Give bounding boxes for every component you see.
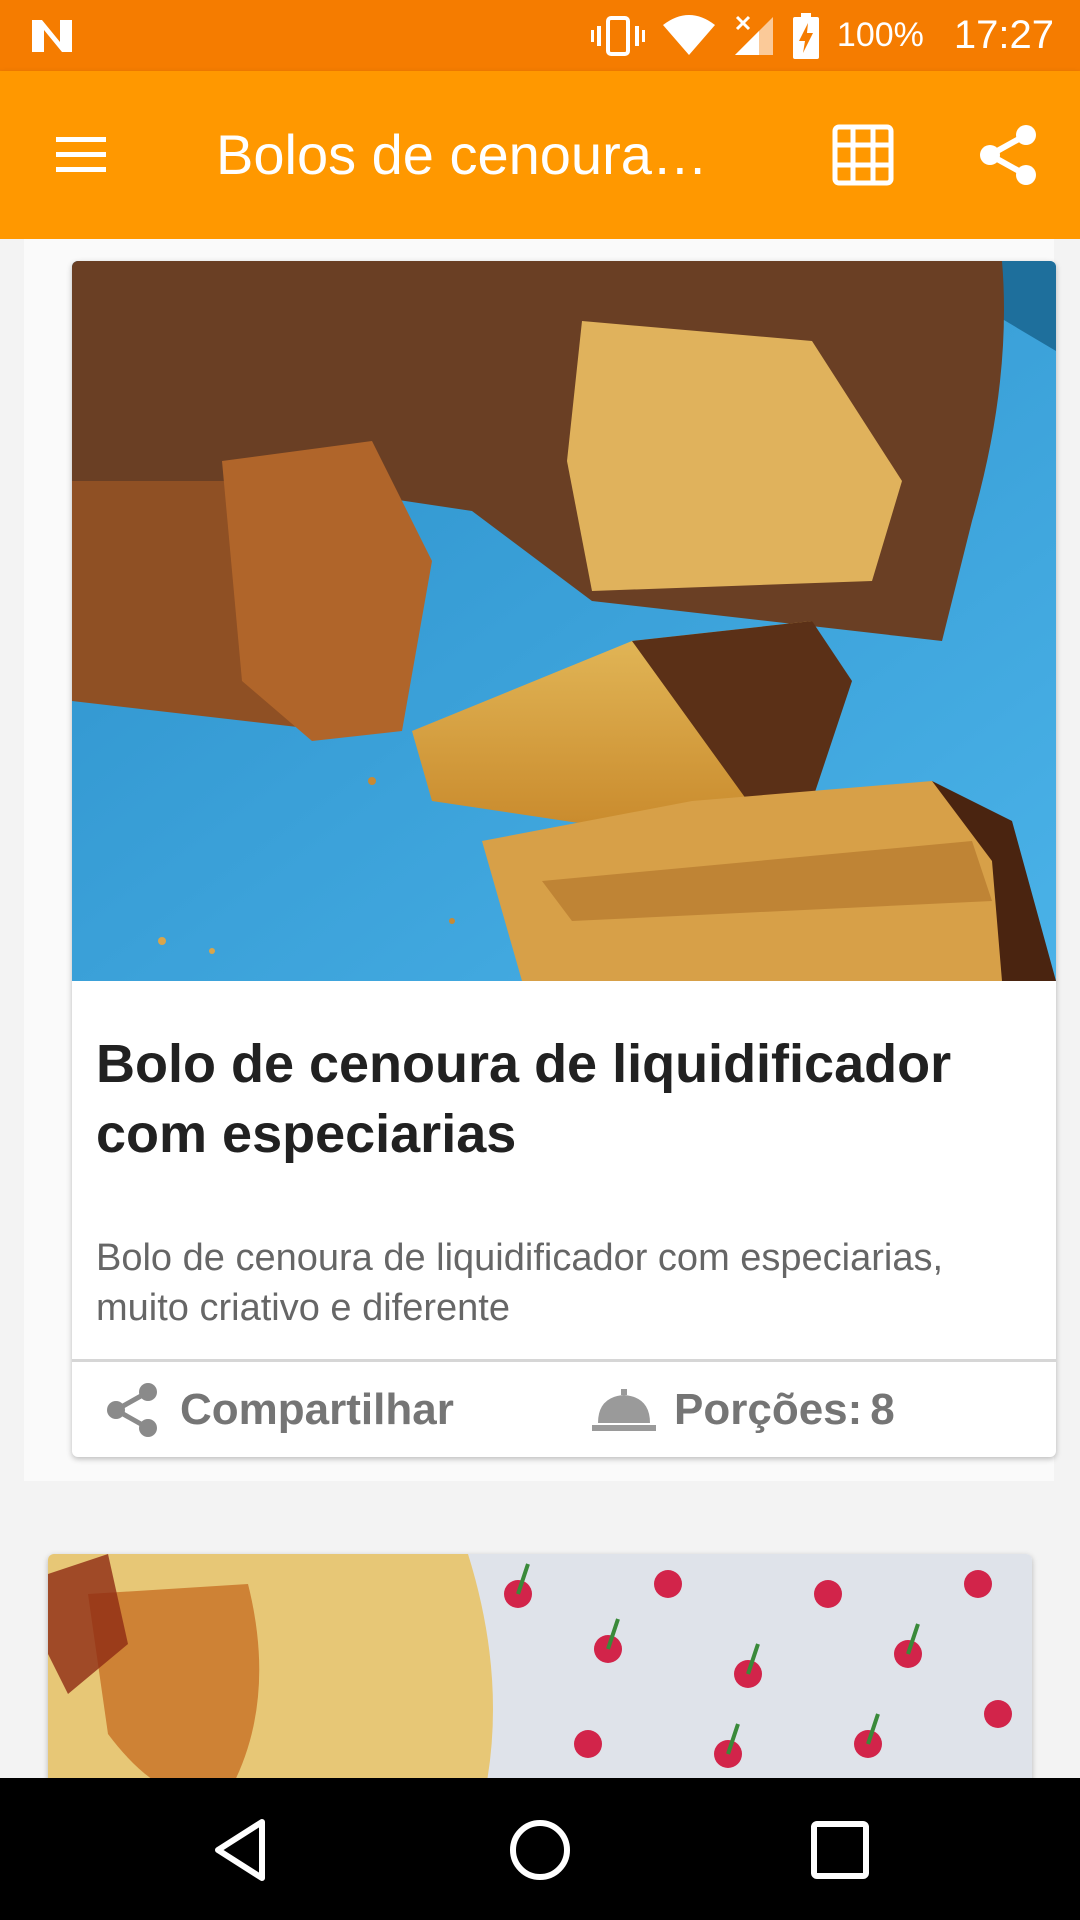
recipe-list[interactable]: Bolo de cenoura de liquidificador com es… bbox=[0, 239, 1080, 1778]
share-icon bbox=[107, 1382, 157, 1437]
portions-info: Porções: 8 bbox=[592, 1362, 895, 1457]
grid-view-icon[interactable] bbox=[832, 124, 894, 186]
share-recipe-label: Compartilhar bbox=[180, 1384, 454, 1434]
clock: 17:27 bbox=[953, 13, 1054, 57]
recipe-card[interactable] bbox=[48, 1554, 1032, 1778]
notification-n-icon bbox=[32, 20, 72, 52]
portions-value: 8 bbox=[870, 1384, 895, 1434]
share-recipe-button[interactable]: Compartilhar bbox=[102, 1362, 454, 1457]
recipe-photo[interactable] bbox=[48, 1554, 1032, 1778]
system-nav-bar bbox=[0, 1778, 1080, 1920]
recipe-photo[interactable] bbox=[72, 261, 1056, 981]
page-title: Bolos de cenoura… bbox=[216, 123, 708, 186]
wifi-icon bbox=[662, 14, 715, 55]
recipe-card[interactable]: Bolo de cenoura de liquidificador com es… bbox=[72, 261, 1056, 1457]
app-bar: Bolos de cenoura… bbox=[0, 71, 1080, 239]
portions-label: Porções: bbox=[674, 1384, 863, 1434]
share-icon[interactable] bbox=[976, 123, 1040, 187]
recipe-description: Bolo de cenoura de liquidificador com es… bbox=[96, 1237, 944, 1329]
back-icon[interactable] bbox=[206, 1814, 278, 1886]
recents-icon[interactable] bbox=[804, 1814, 876, 1886]
vibrate-icon bbox=[590, 15, 645, 56]
recipe-title[interactable]: Bolo de cenoura de liquidificador com es… bbox=[96, 1029, 1036, 1169]
status-bar: 100% 17:27 bbox=[0, 0, 1080, 71]
battery-percent: 100% bbox=[836, 16, 924, 54]
recipe-card-container: Bolo de cenoura de liquidificador com es… bbox=[24, 239, 1056, 1481]
card-actions: Compartilhar Porções: 8 bbox=[72, 1362, 1056, 1457]
signal-icon bbox=[734, 15, 773, 55]
serving-cloche-icon bbox=[592, 1388, 656, 1431]
hamburger-menu-icon[interactable] bbox=[48, 127, 114, 183]
home-icon[interactable] bbox=[504, 1814, 576, 1886]
battery-charging-icon bbox=[792, 12, 819, 59]
